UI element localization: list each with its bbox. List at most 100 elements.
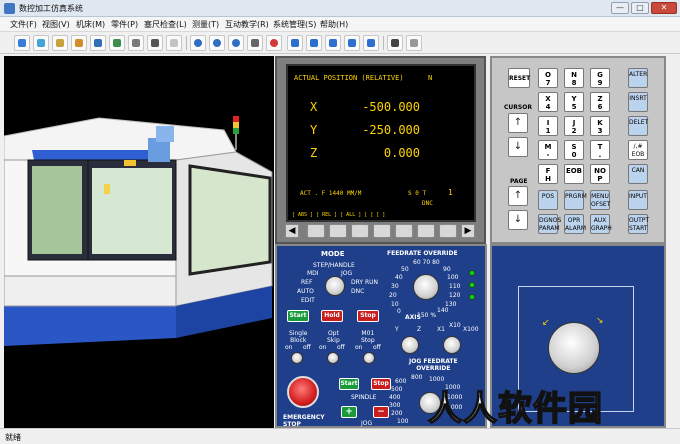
view-right-icon[interactable]	[344, 35, 360, 51]
menu-file[interactable]: 文件(F)	[10, 19, 37, 30]
key-t-dot[interactable]: T .	[590, 140, 610, 160]
page-up-key[interactable]: ↑	[508, 186, 528, 206]
close-button[interactable]: ✕	[651, 2, 677, 14]
maximize-button[interactable]: □	[631, 2, 649, 14]
jog-minus-button[interactable]: −	[373, 406, 389, 418]
key-pos[interactable]: POS	[538, 190, 558, 210]
softkey-4-button[interactable]	[373, 224, 391, 238]
zoom-in-icon[interactable]	[190, 35, 206, 51]
manual-pulse-handwheel[interactable]	[548, 322, 600, 374]
reset-view-icon[interactable]	[406, 35, 422, 51]
machine-model-graphic	[4, 116, 273, 346]
axis-z-label: Z	[310, 146, 318, 160]
key-delet[interactable]: DELET	[628, 116, 648, 136]
opt-skip-on: on	[319, 344, 327, 351]
spindle-stop-button[interactable]: Stop	[371, 378, 391, 390]
cursor-down-key[interactable]: ↓	[508, 137, 528, 157]
softkey-3-button[interactable]	[351, 224, 369, 238]
machine-icon[interactable]	[52, 35, 68, 51]
step-size-knob[interactable]	[443, 336, 461, 354]
view-iso-icon[interactable]	[363, 35, 379, 51]
opt-skip-switch[interactable]	[327, 352, 339, 364]
key-prgrm[interactable]: PRGRM	[564, 190, 587, 210]
key-menu-ofset[interactable]: MENU OFSET	[590, 190, 610, 210]
key-x4[interactable]: X 4	[538, 92, 558, 112]
key-g9[interactable]: G 9	[590, 68, 610, 88]
single-block-off: off	[303, 344, 311, 351]
menu-view[interactable]: 视图(V)	[42, 19, 70, 30]
key-n8[interactable]: N 8	[564, 68, 584, 88]
menu-part[interactable]: 零件(P)	[111, 19, 138, 30]
key-i1[interactable]: I 1	[538, 116, 558, 136]
menu-help[interactable]: 帮助(H)	[320, 19, 348, 30]
softkey-prev-button[interactable]: ◀	[285, 224, 299, 238]
minimize-button[interactable]: —	[611, 2, 629, 14]
cursor-up-key[interactable]: ↑	[508, 113, 528, 133]
feed-hold-button[interactable]: Hold	[321, 310, 343, 322]
key-f-h[interactable]: F H	[538, 164, 558, 184]
m01-stop-switch[interactable]	[363, 352, 375, 364]
key-opr-alarm[interactable]: OPR ALARM	[564, 214, 586, 234]
softkey-7-button[interactable]	[439, 224, 457, 238]
chip-icon[interactable]	[147, 35, 163, 51]
zoom-out-icon[interactable]	[209, 35, 225, 51]
cycle-start-button[interactable]: Start	[287, 310, 309, 322]
eraser-icon[interactable]	[33, 35, 49, 51]
key-no-p[interactable]: NO P	[590, 164, 610, 184]
select-icon[interactable]	[14, 35, 30, 51]
key-k3[interactable]: K 3	[590, 116, 610, 136]
view-front-icon[interactable]	[287, 35, 303, 51]
key-insrt[interactable]: INSRT	[628, 92, 648, 112]
key-input[interactable]: INPUT	[628, 190, 648, 210]
reset-key[interactable]: RESET	[508, 68, 530, 88]
key-s0[interactable]: S 0	[564, 140, 584, 160]
mode-selector-knob[interactable]	[325, 276, 345, 296]
clamp-icon[interactable]	[90, 35, 106, 51]
key-y5[interactable]: Y 5	[564, 92, 584, 112]
view-left-icon[interactable]	[325, 35, 341, 51]
key-output-start[interactable]: OUTPT START	[628, 214, 649, 234]
key-can[interactable]: CAN	[628, 164, 648, 184]
tool-icon[interactable]	[109, 35, 125, 51]
pan-icon[interactable]	[247, 35, 263, 51]
key-z6[interactable]: Z 6	[590, 92, 610, 112]
axis-y-label: Y	[310, 123, 318, 137]
emergency-stop-button[interactable]	[287, 376, 319, 408]
key-eob[interactable]: /,# EOB	[628, 140, 648, 160]
axis-selector-knob[interactable]	[401, 336, 419, 354]
key-o7[interactable]: O 7	[538, 68, 558, 88]
softkey-5-button[interactable]	[395, 224, 413, 238]
jog-feedrate-title: JOG FEEDRATE OVERRIDE	[409, 358, 458, 372]
feedrate-override-knob[interactable]	[413, 274, 439, 300]
softkey-1-button[interactable]	[307, 224, 325, 238]
rotate-view-icon[interactable]	[266, 35, 282, 51]
menu-gauge-check[interactable]: 塞尺检查(L)	[144, 19, 187, 30]
softkey-next-button[interactable]: ▶	[461, 224, 475, 238]
menu-system[interactable]: 系统管理(S)	[273, 19, 316, 30]
key-dgnos-param[interactable]: DGNOS PARAM	[538, 214, 561, 234]
machine-3d-view[interactable]	[4, 56, 274, 428]
crt-screen: ACTUAL POSITION (RELATIVE) N X -500.000 …	[286, 64, 476, 222]
menu-measure[interactable]: 测量(T)	[192, 19, 219, 30]
cycle-stop-button[interactable]: Stop	[357, 310, 379, 322]
jog-plus-button[interactable]: +	[341, 406, 357, 418]
single-block-switch[interactable]	[291, 352, 303, 364]
page-down-key[interactable]: ↓	[508, 210, 528, 230]
key-j2[interactable]: J 2	[564, 116, 584, 136]
spindle-start-button[interactable]: Start	[339, 378, 359, 390]
edit-icon[interactable]	[166, 35, 182, 51]
panel-switch-icon[interactable]	[387, 35, 403, 51]
key-m-minus[interactable]: M -	[538, 140, 558, 160]
menu-machine[interactable]: 机床(M)	[76, 19, 105, 30]
softkey-6-button[interactable]	[417, 224, 435, 238]
key-aux-graph[interactable]: AUX GRAPH	[590, 214, 612, 234]
key-eob-small[interactable]: EOB	[564, 164, 584, 184]
menu-teaching[interactable]: 互动教学(R)	[225, 19, 269, 30]
view-top-icon[interactable]	[306, 35, 322, 51]
workpiece-icon[interactable]	[71, 35, 87, 51]
window-title: 数控加工仿真系统	[19, 4, 83, 13]
key-alter[interactable]: ALTER	[628, 68, 648, 88]
measure-icon[interactable]	[128, 35, 144, 51]
zoom-fit-icon[interactable]	[228, 35, 244, 51]
softkey-2-button[interactable]	[329, 224, 347, 238]
